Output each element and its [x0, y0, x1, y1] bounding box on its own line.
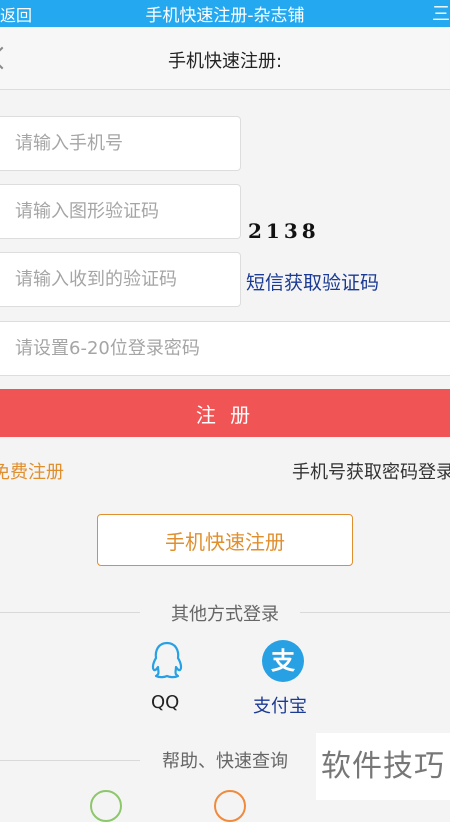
- phone-input[interactable]: [0, 116, 241, 171]
- qq-login-label[interactable]: QQ: [151, 692, 179, 713]
- phone-password-login-link[interactable]: 手机号获取密码登录: [292, 458, 450, 484]
- page-title: 手机快速注册-杂志铺: [145, 6, 305, 26]
- menu-icon[interactable]: 三: [432, 0, 450, 26]
- form-title: 手机快速注册:: [167, 51, 283, 72]
- captcha-image[interactable]: 2138: [248, 219, 328, 245]
- free-register-link[interactable]: 免费注册: [0, 458, 64, 484]
- alipay-icon[interactable]: 支: [262, 640, 304, 682]
- alipay-login-label[interactable]: 支付宝: [253, 692, 307, 718]
- watermark: 软件技巧: [316, 733, 450, 800]
- other-login-title: 其他方式登录: [171, 604, 279, 625]
- query-icon[interactable]: [214, 790, 246, 822]
- sms-code-input[interactable]: [0, 252, 241, 307]
- bottom-icon-row: [0, 790, 316, 822]
- captcha-input[interactable]: [0, 184, 241, 239]
- qq-icon[interactable]: [148, 640, 186, 680]
- quick-register-button[interactable]: 手机快速注册: [97, 514, 353, 566]
- sub-header: 手机快速注册:: [0, 27, 450, 90]
- register-button[interactable]: 注 册: [0, 389, 450, 437]
- top-bar: 返回 手机快速注册-杂志铺 三: [0, 0, 450, 27]
- help-icon[interactable]: [90, 790, 122, 822]
- get-sms-code-link[interactable]: 短信获取验证码: [246, 268, 379, 295]
- password-input[interactable]: [0, 321, 450, 376]
